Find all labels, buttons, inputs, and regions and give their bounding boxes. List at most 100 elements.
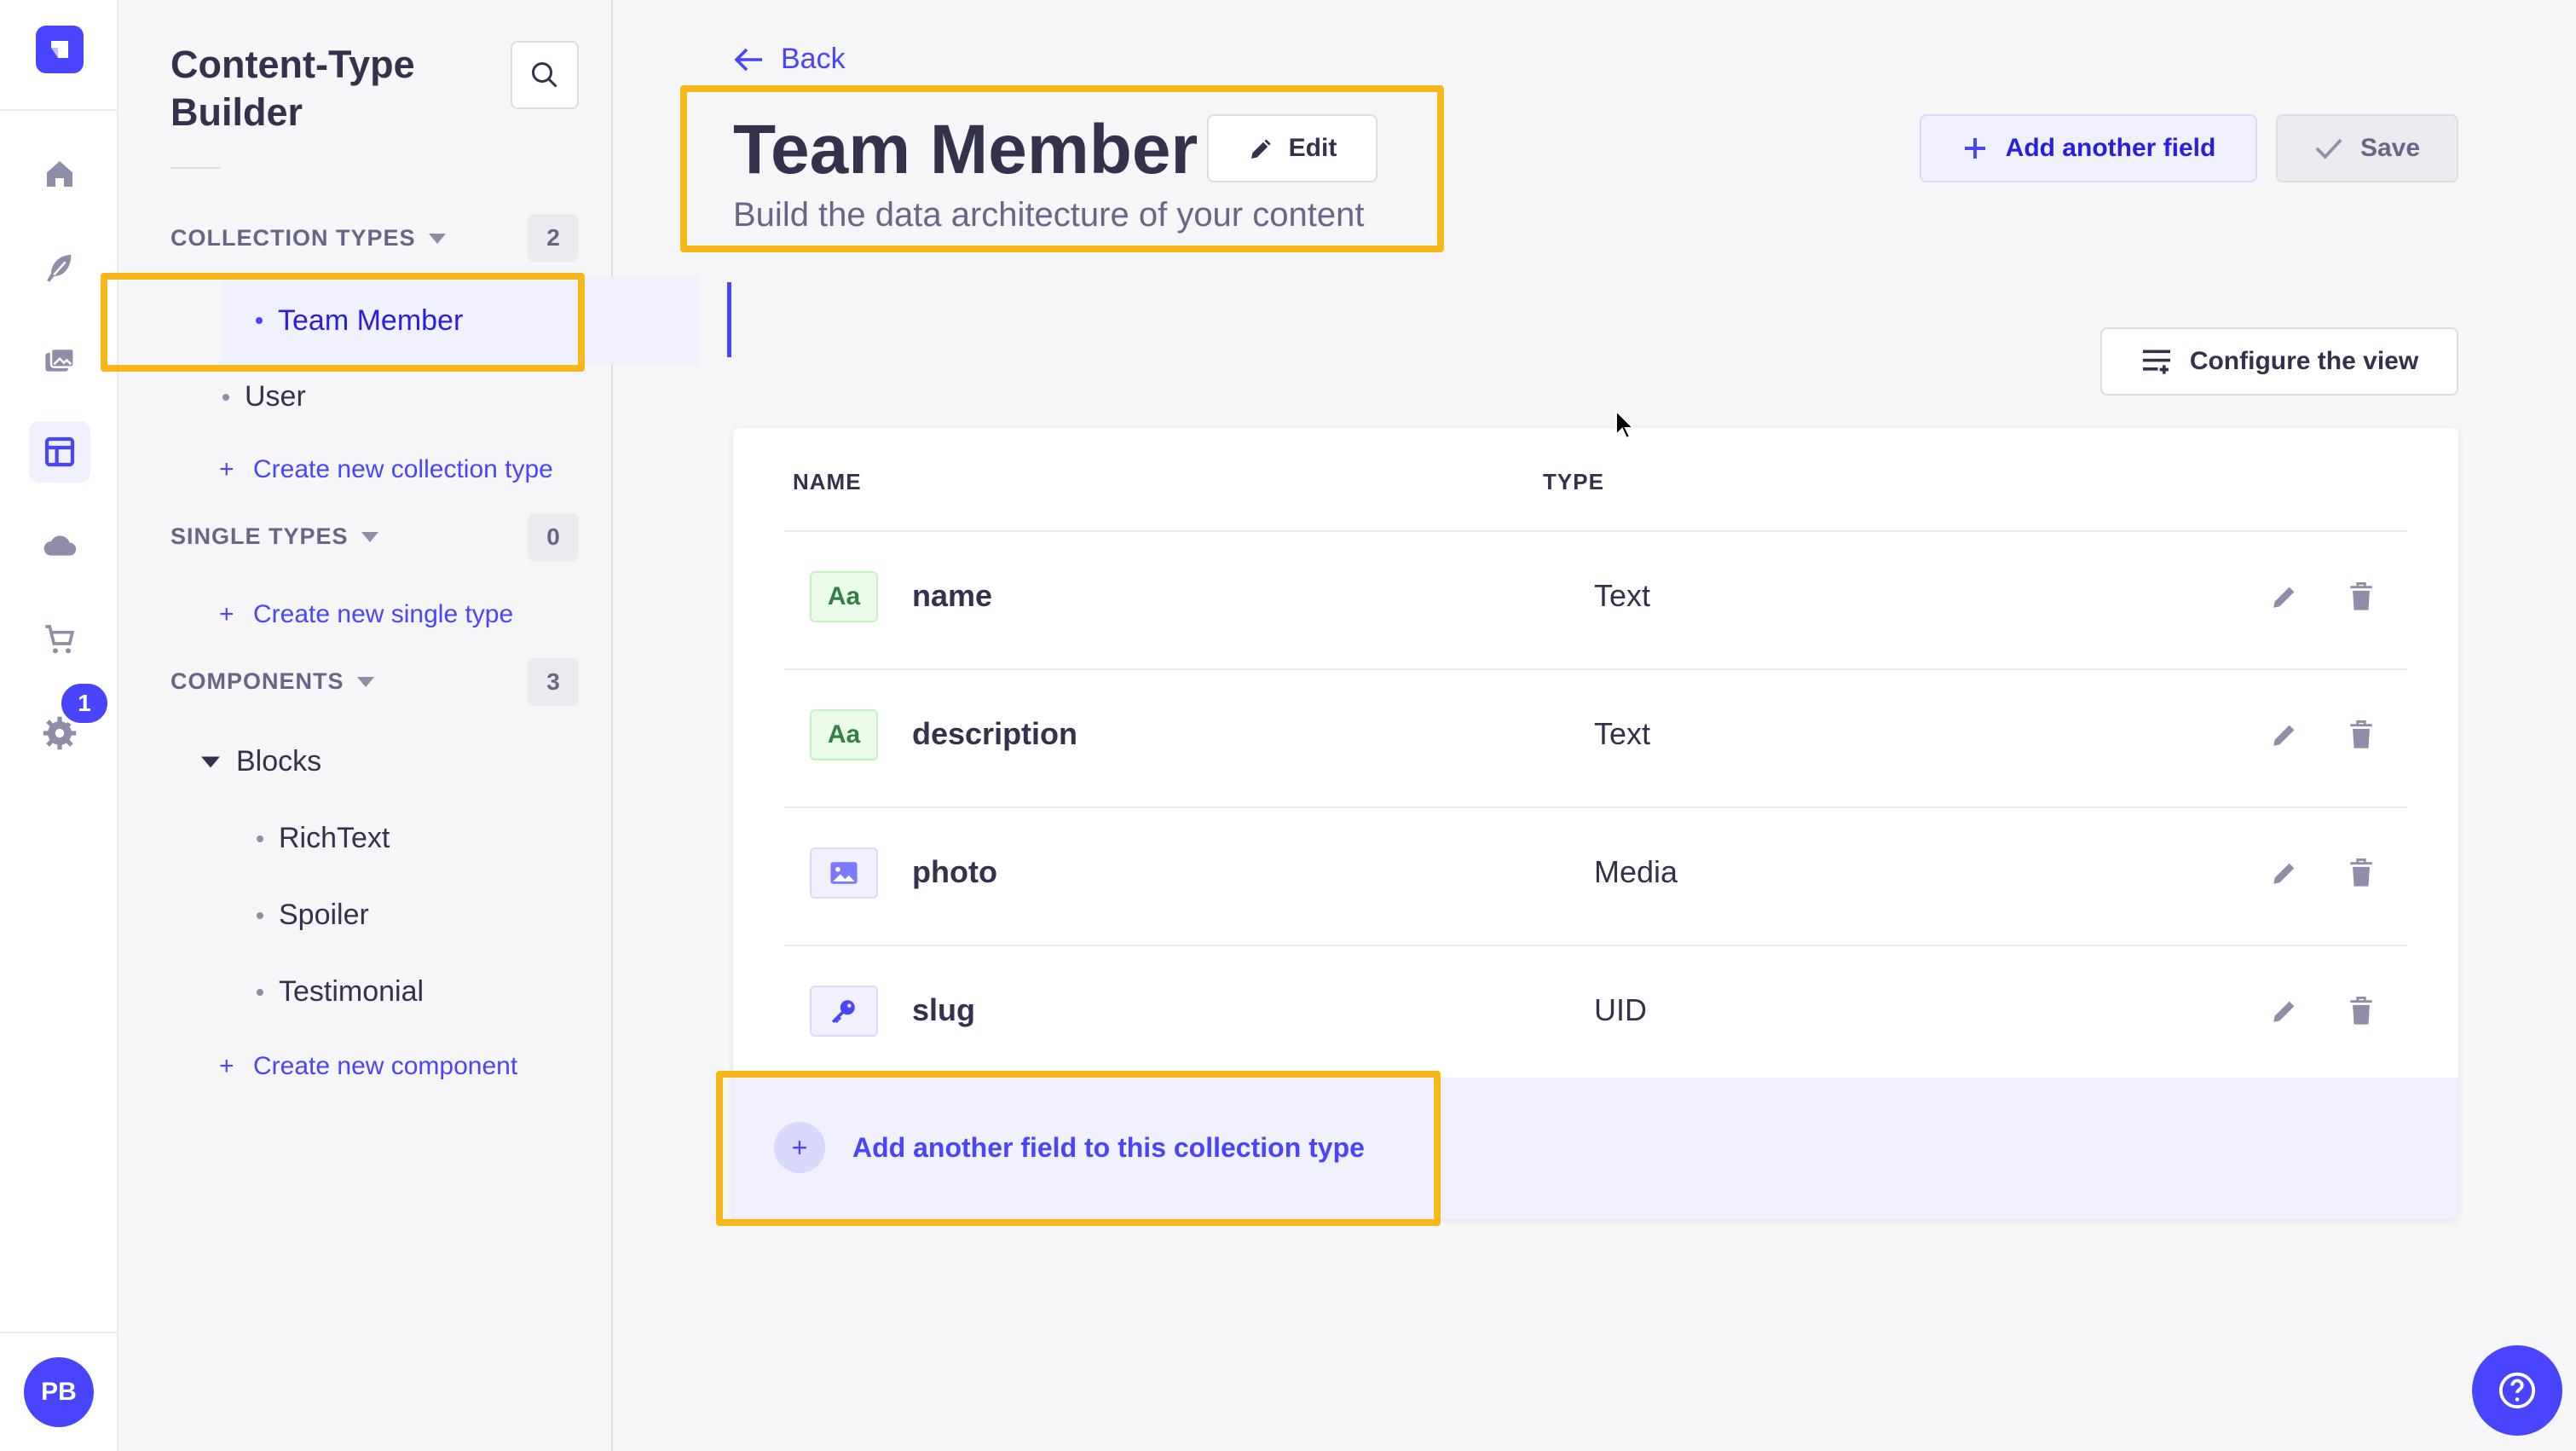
add-another-field-button[interactable]: Add another field [1920, 114, 2257, 182]
sidebar-title: Content-Type Builder [170, 43, 415, 134]
single-types-heading[interactable]: SINGLE TYPES [170, 523, 379, 550]
edit-field-button[interactable] [2267, 994, 2302, 1028]
trash-icon [2350, 997, 2372, 1025]
create-collection-type-link[interactable]: + Create new collection type [188, 455, 553, 484]
highlight-box [101, 273, 585, 372]
bullet-icon [257, 911, 263, 919]
caret-down-icon [428, 233, 446, 244]
pencil-icon [2273, 587, 2295, 608]
components-count: 3 [528, 658, 579, 706]
delete-field-button[interactable] [2344, 994, 2378, 1028]
create-collection-type-label: Create new collection type [253, 455, 553, 483]
edit-field-button[interactable] [2267, 718, 2302, 752]
sidebar-item-user[interactable]: User [188, 380, 306, 413]
sidebar-item-label: Testimonial [279, 975, 425, 1008]
edit-field-button[interactable] [2267, 856, 2302, 890]
home-icon[interactable] [29, 143, 90, 205]
create-component-label: Create new component [253, 1052, 518, 1080]
highlight-box [680, 85, 1444, 252]
bullet-icon [257, 835, 263, 842]
component-group-blocks[interactable]: Blocks [188, 745, 321, 778]
caret-down-icon [356, 676, 374, 687]
add-another-field-label: Add another field [2005, 134, 2216, 162]
delete-field-button[interactable] [2344, 856, 2378, 890]
sidebar-search-button[interactable] [511, 41, 579, 109]
collection-types-count: 2 [528, 214, 579, 262]
key-icon [810, 986, 878, 1037]
delete-field-button[interactable] [2344, 580, 2378, 614]
text-icon: Aa [810, 571, 878, 622]
component-group-label: Blocks [236, 745, 322, 778]
field-type: Media [1594, 854, 1678, 889]
mouse-cursor-icon [1615, 409, 1636, 440]
create-single-type-link[interactable]: + Create new single type [188, 600, 513, 629]
media-library-icon[interactable] [29, 331, 90, 392]
plus-icon: + [219, 600, 234, 628]
components-heading[interactable]: COMPONENTS [170, 668, 375, 695]
components-label: COMPONENTS [170, 668, 344, 694]
help-button[interactable] [2472, 1345, 2562, 1436]
rail-divider [0, 1332, 118, 1333]
field-name: slug [912, 992, 976, 1027]
configure-view-button[interactable]: Configure the view [2100, 327, 2458, 396]
field-type: Text [1594, 716, 1651, 751]
caret-down-icon [361, 531, 378, 542]
plus-icon: + [219, 1052, 234, 1080]
single-types-count: 0 [528, 513, 579, 561]
save-button[interactable]: Save [2276, 114, 2458, 182]
sidebar-item-spoiler[interactable]: Spoiler [188, 899, 369, 932]
rail-divider [0, 109, 118, 111]
field-name: description [912, 716, 1078, 751]
user-avatar[interactable]: PB [24, 1357, 94, 1427]
strapi-logo-icon[interactable] [36, 26, 84, 73]
field-name: photo [912, 854, 997, 889]
main-nav-rail: 1 PB [0, 0, 118, 1451]
back-label: Back [781, 43, 846, 75]
plus-icon [1964, 138, 1985, 159]
delete-field-button[interactable] [2344, 718, 2378, 752]
collection-types-label: COLLECTION TYPES [170, 225, 416, 251]
table-row[interactable]: Aa name Text [784, 530, 2407, 667]
cloud-icon[interactable] [29, 515, 90, 576]
field-type: UID [1594, 992, 1647, 1027]
active-indicator [727, 282, 731, 357]
pencil-icon [2273, 863, 2295, 884]
single-types-label: SINGLE TYPES [170, 523, 349, 549]
back-link[interactable]: Back [733, 43, 846, 76]
sidebar-divider [170, 167, 220, 169]
check-icon [2315, 138, 2342, 159]
create-component-link[interactable]: + Create new component [188, 1052, 517, 1081]
list-settings-icon [2142, 350, 2170, 374]
trash-icon [2350, 858, 2372, 887]
sidebar-item-label: RichText [279, 822, 390, 854]
sidebar-item-label: Spoiler [279, 899, 369, 931]
field-name: name [912, 578, 993, 613]
edit-field-button[interactable] [2267, 580, 2302, 614]
text-icon: Aa [810, 709, 878, 760]
sidebar-item-testimonial[interactable]: Testimonial [188, 975, 424, 1009]
field-type: Text [1594, 578, 1651, 613]
sidebar-item-label: User [245, 380, 306, 413]
table-row[interactable]: photo Media [784, 806, 2407, 943]
configure-view-label: Configure the view [2189, 347, 2419, 375]
bullet-icon [257, 988, 263, 996]
sidebar-item-richtext[interactable]: RichText [188, 822, 390, 855]
trash-icon [2350, 720, 2372, 749]
pencil-icon [2273, 725, 2295, 746]
pencil-icon [2273, 1001, 2295, 1022]
cart-icon[interactable] [29, 609, 90, 670]
collection-types-heading[interactable]: COLLECTION TYPES [170, 225, 447, 251]
search-icon [532, 62, 557, 88]
create-single-type-label: Create new single type [253, 600, 514, 628]
column-header-type: TYPE [1543, 469, 1604, 494]
caret-down-icon [201, 755, 220, 768]
table-row[interactable]: Aa description Text [784, 668, 2407, 805]
highlight-box [716, 1071, 1441, 1226]
feather-icon[interactable] [29, 237, 90, 298]
trash-icon [2350, 582, 2372, 610]
content-type-builder-icon[interactable] [29, 421, 90, 483]
settings-notification-badge: 1 [58, 680, 111, 726]
plus-icon: + [219, 455, 234, 483]
content-type-builder-sidebar: Content-Type Builder COLLECTION TYPES 2 … [118, 0, 731, 1451]
table-row[interactable]: slug UID [784, 945, 2407, 1081]
